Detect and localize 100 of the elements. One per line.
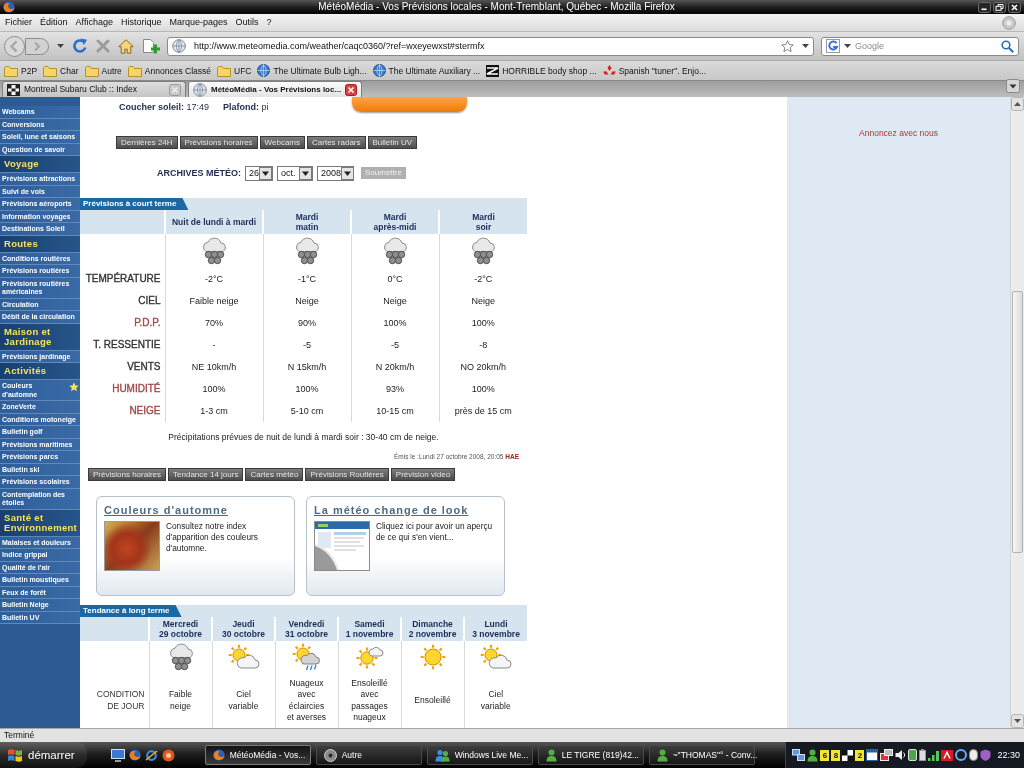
webpage-thumbnail-drawing[interactable] (314, 521, 370, 571)
column-header: Nuit de lundi à mardi (165, 210, 263, 234)
minimize-icon[interactable] (978, 1, 991, 13)
speaker-icon[interactable] (895, 749, 907, 761)
date-select[interactable]: 2008 (317, 165, 354, 181)
nav-button[interactable]: Prévisions horaires (88, 468, 167, 481)
checkered-icon[interactable] (842, 749, 854, 761)
disc-icon[interactable] (161, 748, 175, 762)
nav-button[interactable]: Prévision video (390, 468, 456, 481)
scroll-up-icon[interactable] (1011, 97, 1024, 111)
browser-icon[interactable] (128, 749, 141, 761)
nav-button[interactable]: Bulletin UV (367, 136, 418, 149)
desktop-icon[interactable] (110, 748, 125, 762)
star-icon[interactable] (781, 40, 794, 52)
bookmark-item[interactable]: P2P (1, 61, 41, 80)
bookmark-item[interactable]: UFC (214, 61, 255, 80)
search-engine-icon[interactable] (826, 39, 840, 53)
caret-icon[interactable] (57, 44, 64, 48)
menu-item[interactable]: Fichier (1, 15, 36, 30)
table-cell: NE 10km/h (165, 356, 263, 378)
menu-item[interactable]: Affichage (71, 15, 117, 30)
ad-link[interactable]: Annoncez avec nous (859, 128, 938, 139)
bookmark-item[interactable]: The Ultimate Bulb Ligh... (254, 61, 370, 80)
browser-tab[interactable]: Montreal Subaru Club :: Index (2, 81, 186, 97)
column-header: Mardi matin (263, 210, 351, 234)
globe-icon (372, 64, 386, 77)
search-icon[interactable] (1001, 39, 1014, 53)
restore-icon[interactable] (993, 1, 1006, 13)
scrollbar-thumb[interactable] (1012, 291, 1023, 553)
taskbar-button[interactable]: Autre (315, 745, 422, 765)
browser-tab[interactable]: MétéoMédia - Vos Prévisions loc... (188, 81, 363, 97)
table-cell: Neige (439, 290, 527, 312)
nav-button[interactable]: Tendance 14 jours (168, 468, 244, 481)
menu-item[interactable]: Outils (231, 15, 263, 30)
battery-icon[interactable] (919, 749, 927, 761)
sun-cloud-icon (227, 644, 260, 670)
caret-icon[interactable] (844, 44, 851, 48)
display-icon[interactable] (880, 749, 894, 761)
caret-icon[interactable] (341, 166, 355, 180)
close-icon[interactable] (345, 83, 358, 96)
caret-icon[interactable] (802, 44, 809, 48)
table-cell: -2°C (439, 268, 527, 290)
taskbar-button[interactable]: MétéoMédia - Vos... (204, 745, 311, 765)
menu-item[interactable]: Édition (36, 15, 72, 30)
promo-link[interactable]: La météo change de look (314, 504, 469, 517)
home-icon[interactable] (118, 38, 134, 54)
mouse-icon[interactable] (969, 749, 979, 761)
nav-button[interactable]: Webcams (259, 136, 306, 149)
snow-cloud-icon (293, 237, 321, 265)
person-icon[interactable] (807, 748, 819, 762)
nav-button[interactable]: Prévisions Routières (305, 468, 389, 481)
reload-icon[interactable] (72, 38, 88, 54)
tray-badge[interactable]: 8 (831, 749, 841, 761)
caret-icon[interactable] (259, 166, 273, 180)
nav-button[interactable]: Dernières 24H (116, 136, 178, 149)
network-icon[interactable] (792, 749, 806, 761)
scroll-down-icon[interactable] (1011, 714, 1024, 728)
nav-button[interactable]: Cartes météo (245, 468, 304, 481)
signal-icon[interactable] (928, 749, 940, 761)
phone-icon[interactable] (908, 749, 918, 761)
shield-icon[interactable] (980, 749, 992, 761)
menu-item[interactable]: Historique (116, 15, 166, 30)
column-header: Vendredi 31 octobre (275, 617, 338, 641)
taskbar-button[interactable]: ~"THOMAS"° - Conv... (648, 745, 755, 765)
ring-icon[interactable] (955, 749, 968, 761)
browser-icon[interactable] (144, 748, 158, 762)
caret-icon[interactable] (299, 166, 312, 180)
bookmark-item[interactable]: Spanish "tuner". Enjo... (599, 61, 709, 80)
scrollbar[interactable] (1010, 97, 1024, 728)
precipitation-note: Précipitations prévues de nuit de lundi à mardi soir : 30-40 cm de neige. (167, 431, 440, 443)
date-select[interactable]: 26 (245, 165, 273, 181)
tray-badge[interactable]: 6 (820, 749, 830, 761)
address-field[interactable]: http://www.meteomedia.com/weather/caqc0360/?ref=wxeyewxst#stermfx (167, 36, 814, 56)
date-select[interactable]: oct. (277, 165, 313, 181)
page-plus-icon[interactable] (142, 38, 160, 54)
logo-icon[interactable] (941, 749, 954, 761)
folder-icon (84, 64, 99, 77)
folder-icon (43, 64, 58, 77)
search-field[interactable]: Google (821, 36, 1019, 56)
table-cell: 10-15 cm (351, 400, 439, 422)
caret-icon[interactable] (1006, 79, 1020, 93)
nav-button[interactable]: Cartes radars (307, 136, 366, 149)
taskbar-button[interactable]: Windows Live Me... (426, 745, 533, 765)
start-button[interactable]: démarrer (0, 742, 87, 768)
taskbar-button[interactable]: LE TIGRE (819)42... (537, 745, 644, 765)
bookmark-item[interactable]: Autre (81, 61, 125, 80)
bookmark-item[interactable]: The Ultimate Auxiliary ... (369, 61, 484, 80)
nav-button[interactable]: Prévisions horaires (179, 136, 258, 149)
menu-item[interactable]: ? (262, 15, 276, 30)
photo-placeholder[interactable] (104, 521, 160, 571)
promo-link[interactable]: Couleurs d'automne (104, 504, 228, 517)
window-icon[interactable] (866, 749, 879, 761)
bookmark-item[interactable]: HORRIBLE body shop ... (483, 61, 600, 80)
globe-icon (257, 64, 271, 77)
menu-item[interactable]: Marque-pages (165, 15, 232, 30)
tray-badge[interactable]: 2 (855, 749, 865, 761)
bookmark-item[interactable]: Char (40, 61, 82, 80)
table-cell: 100% (263, 378, 351, 400)
bookmark-item[interactable]: Annonces Classé (124, 61, 214, 80)
close-icon[interactable] (1008, 1, 1021, 13)
